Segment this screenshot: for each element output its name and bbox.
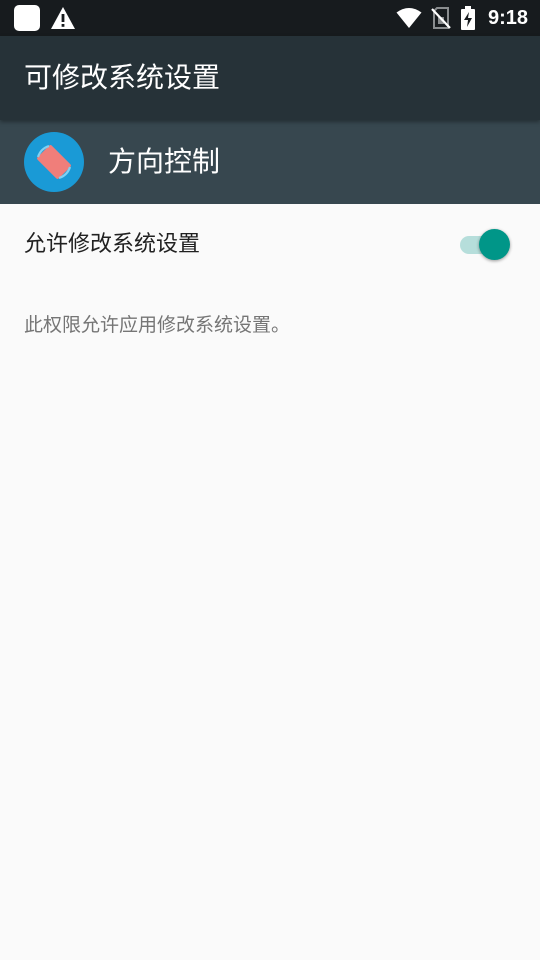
allow-modify-settings-row[interactable]: 允许修改系统设置 xyxy=(0,204,540,286)
no-sim-icon xyxy=(431,7,451,29)
switch-thumb xyxy=(479,229,510,260)
battery-charging-icon xyxy=(460,6,475,30)
status-bar: 9:18 xyxy=(0,0,540,36)
page-title: 可修改系统设置 xyxy=(24,61,221,94)
wifi-icon xyxy=(396,8,422,28)
app-header: 方向控制 xyxy=(0,120,540,204)
app-notification-icon xyxy=(14,5,40,31)
screen-rotation-icon xyxy=(24,132,84,192)
toolbar: 可修改系统设置 xyxy=(0,36,540,120)
warning-icon xyxy=(51,7,75,29)
status-time: 9:18 xyxy=(487,6,528,29)
allow-modify-settings-label: 允许修改系统设置 xyxy=(24,232,201,257)
app-name: 方向控制 xyxy=(108,145,221,178)
status-right-icons: 9:18 xyxy=(396,5,528,31)
status-left-icons xyxy=(14,5,76,31)
permission-description: 此权限允许应用修改系统设置。 xyxy=(24,314,291,336)
allow-modify-settings-switch[interactable] xyxy=(460,226,512,264)
